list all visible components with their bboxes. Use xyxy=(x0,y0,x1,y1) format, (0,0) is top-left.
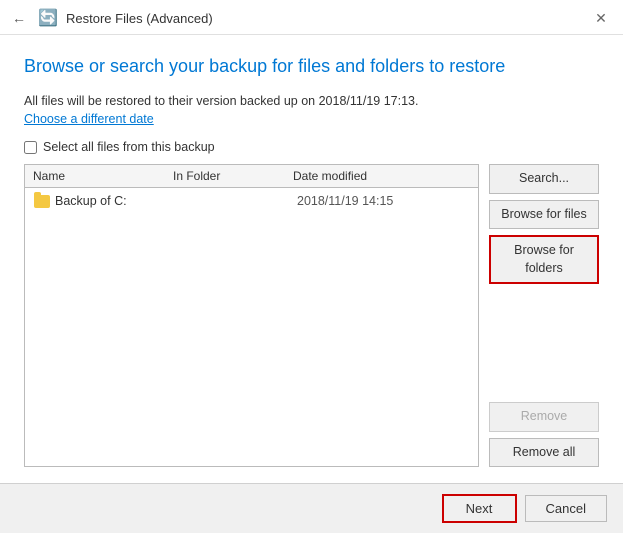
remove-button[interactable]: Remove xyxy=(489,402,599,432)
cancel-button[interactable]: Cancel xyxy=(525,495,607,522)
search-button[interactable]: Search... xyxy=(489,164,599,194)
file-date: 2018/11/19 14:15 xyxy=(297,194,470,208)
info-text: All files will be restored to their vers… xyxy=(24,94,599,108)
col-header-name: Name xyxy=(33,169,173,183)
select-all-label[interactable]: Select all files from this backup xyxy=(43,140,215,154)
table-row[interactable]: Backup of C: 2018/11/19 14:15 xyxy=(25,190,478,212)
folder-icon xyxy=(33,193,51,209)
title-bar: ← 🔄 Restore Files (Advanced) ✕ xyxy=(0,0,623,35)
back-button[interactable]: ← xyxy=(12,10,26,26)
bottom-bar: Next Cancel xyxy=(0,483,623,533)
table-header: Name In Folder Date modified xyxy=(25,165,478,188)
browse-folders-button[interactable]: Browse for folders xyxy=(489,235,599,284)
file-name: Backup of C: xyxy=(55,194,177,208)
select-all-row: Select all files from this backup xyxy=(24,140,599,154)
next-button[interactable]: Next xyxy=(442,494,517,523)
choose-date-link[interactable]: Choose a different date xyxy=(24,112,599,126)
main-content: Browse or search your backup for files a… xyxy=(0,35,623,483)
main-area: Name In Folder Date modified Backup of C… xyxy=(24,164,599,467)
remove-all-button[interactable]: Remove all xyxy=(489,438,599,468)
col-header-date: Date modified xyxy=(293,169,470,183)
close-button[interactable]: ✕ xyxy=(591,8,611,28)
col-header-folder: In Folder xyxy=(173,169,293,183)
page-heading: Browse or search your backup for files a… xyxy=(24,55,599,78)
select-all-checkbox[interactable] xyxy=(24,141,37,154)
browse-files-button[interactable]: Browse for files xyxy=(489,200,599,230)
window-icon: 🔄 xyxy=(38,8,58,28)
side-button-panel: Search... Browse for files Browse for fo… xyxy=(489,164,599,467)
file-panel: Name In Folder Date modified Backup of C… xyxy=(24,164,479,467)
file-list: Backup of C: 2018/11/19 14:15 xyxy=(25,188,478,466)
window-title: Restore Files (Advanced) xyxy=(66,11,213,26)
